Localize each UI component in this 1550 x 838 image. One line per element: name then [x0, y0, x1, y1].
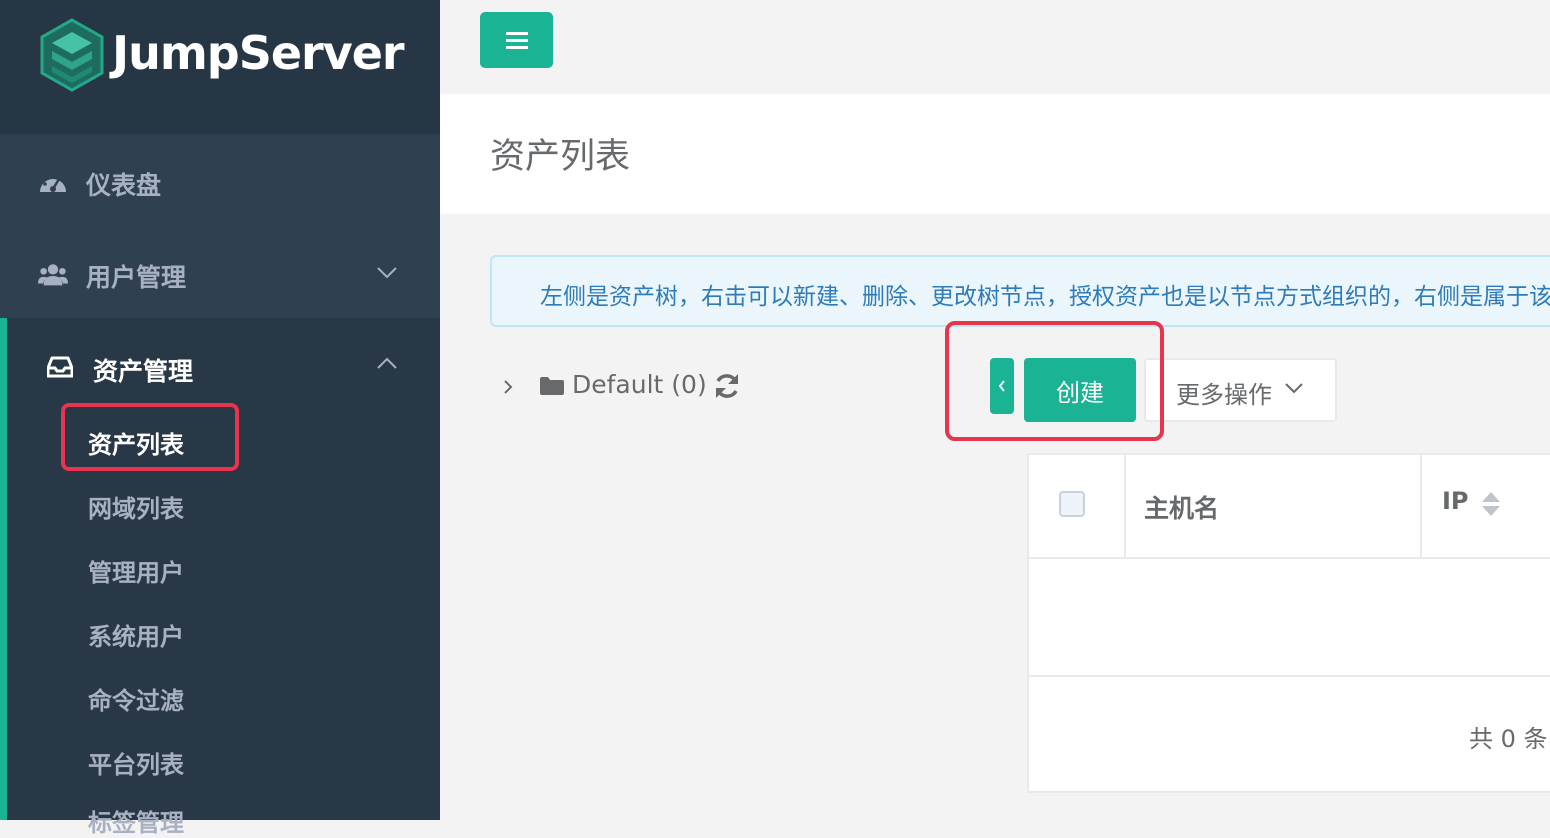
top-navbar [440, 0, 1550, 95]
column-header-label: 主机名 [1144, 494, 1220, 523]
hamburger-icon [505, 32, 528, 49]
column-header-ip[interactable]: IP [1424, 455, 1550, 557]
dashboard-icon [40, 174, 66, 192]
sort-icon[interactable] [1481, 491, 1501, 517]
more-actions-label: 更多操作 [1176, 381, 1272, 409]
chevron-down-icon [1285, 383, 1303, 394]
column-header-hostname[interactable]: 主机名 [1124, 455, 1422, 557]
select-all-cell [1029, 455, 1126, 557]
submenu-item-label-management[interactable]: 标签管理 [88, 803, 184, 838]
sidebar-item-label: 资产管理 [93, 357, 194, 386]
column-header-label: IP [1442, 487, 1469, 515]
chevron-up-icon [377, 357, 397, 369]
sidebar-group-asset-management: 资产管理 资产列表 网域列表 管理用户 系统用户 命令过滤 平台列表 标签管理 [0, 318, 440, 837]
alert-text: 左侧是资产树，右击可以新建、删除、更改树节点，授权资产也是以节点方式组织的，右侧… [540, 284, 1550, 310]
highlight-box [61, 403, 239, 471]
chevron-right-icon[interactable] [502, 378, 514, 396]
users-icon [38, 264, 68, 286]
refresh-icon[interactable] [713, 372, 741, 400]
sidebar-item-label: 用户管理 [86, 263, 187, 292]
folder-icon [540, 377, 564, 395]
menu-toggle-button[interactable] [480, 12, 553, 68]
submenu-item-platform-list[interactable]: 平台列表 [88, 745, 184, 780]
info-alert: 左侧是资产树，右击可以新建、删除、更改树节点，授权资产也是以节点方式组织的，右侧… [490, 255, 1550, 327]
sidebar-item-user-management[interactable]: 用户管理 [0, 230, 440, 322]
more-actions-dropdown[interactable]: 更多操作 [1144, 358, 1337, 422]
logo-area: JumpServer [0, 0, 440, 134]
asset-table: 主机名 IP 共 0 条 [1027, 453, 1550, 793]
sidebar: JumpServer 仪表盘 用户管理 资产管理 资产列表 网域列表 管理用户 … [0, 0, 440, 837]
submenu-item-admin-users[interactable]: 管理用户 [88, 553, 184, 588]
jumpserver-logo-icon [40, 18, 104, 92]
chevron-down-icon [377, 267, 397, 279]
page-header: 资产列表 [440, 94, 1550, 214]
sidebar-item-dashboard[interactable]: 仪表盘 [0, 138, 440, 230]
brand-name: JumpServer [112, 26, 405, 80]
submenu-item-system-users[interactable]: 系统用户 [88, 617, 184, 652]
select-all-checkbox[interactable] [1059, 491, 1085, 517]
table-body [1029, 559, 1550, 677]
submenu-item-command-filter[interactable]: 命令过滤 [88, 681, 184, 716]
table-header: 主机名 IP [1029, 455, 1550, 559]
submenu-item-domain-list[interactable]: 网域列表 [88, 489, 184, 524]
page-title: 资产列表 [490, 137, 631, 177]
sidebar-item-label: 仪表盘 [86, 171, 162, 200]
pagination-total: 共 0 条 [1469, 725, 1548, 753]
tree-node-label[interactable]: Default (0) [572, 370, 707, 399]
highlight-box [945, 321, 1164, 441]
inbox-icon [47, 356, 73, 378]
